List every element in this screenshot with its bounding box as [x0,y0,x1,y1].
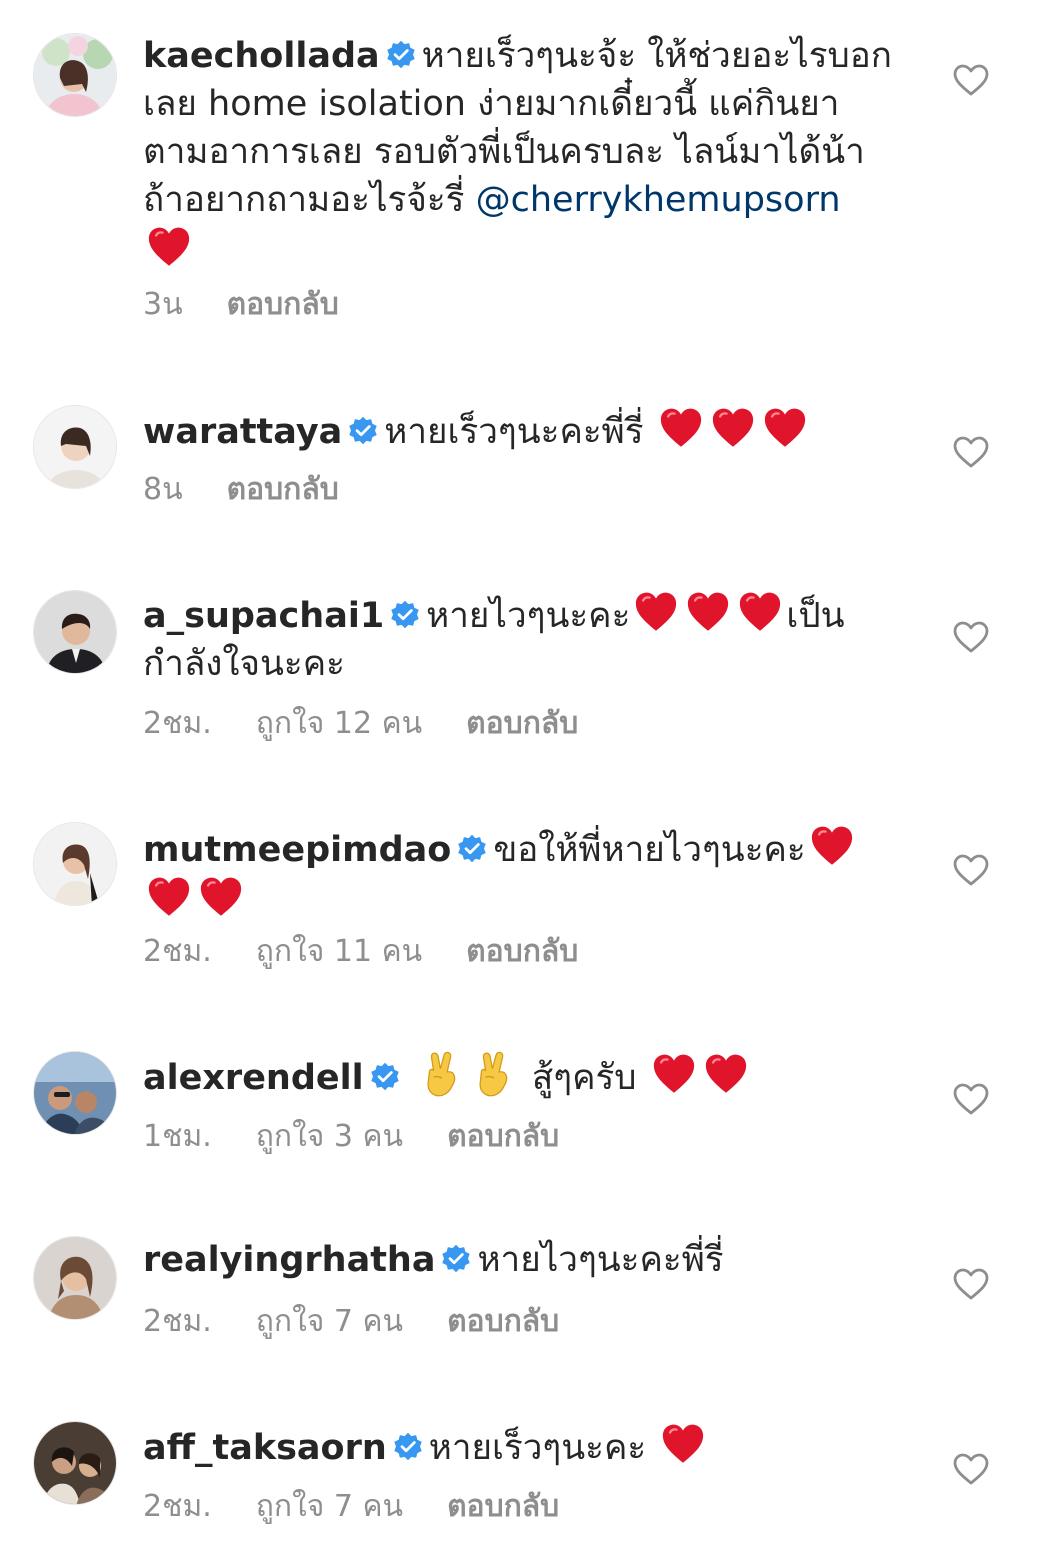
comment-time: 3น [143,287,183,322]
comment-body: warattaya หายเร็วๆนะคะพี่รี่ [143,405,903,456]
red-heart-emoji-icon [633,589,679,635]
comment-text: หายเร็วๆนะคะ [428,1428,647,1468]
comment-text: หายไวๆนะคะพี่รี่ [477,1240,724,1280]
reply-button[interactable]: ตอบกลับ [447,1489,559,1525]
avatar[interactable] [33,1236,117,1320]
like-heart-icon[interactable] [952,1267,990,1301]
comment-meta: 3น ตอบกลับ [143,287,339,323]
reply-button[interactable]: ตอบกลับ [466,934,578,970]
username[interactable]: aff_taksaorn [143,1428,387,1468]
verified-badge-icon [390,600,420,630]
reply-button[interactable]: ตอบกลับ [447,1304,559,1340]
comment-body: a_supachai1 หายไวๆนะคะ เป็นกำลังใจนะคะ [143,589,903,688]
comment-body: aff_taksaorn หายเร็วๆนะคะ [143,1421,903,1472]
red-heart-emoji-icon [710,405,756,451]
avatar[interactable] [33,1421,117,1505]
red-heart-emoji-icon [660,1421,706,1467]
reply-button[interactable]: ตอบกลับ [227,287,339,323]
like-heart-icon[interactable] [952,853,990,887]
comment-meta: 2ชม. ถูกใจ 11 คน ตอบกลับ [143,934,578,970]
avatar[interactable] [33,1051,117,1135]
username[interactable]: a_supachai1 [143,596,384,636]
comment-body: kaechollada หายเร็วๆนะจ้ะ ให้ช่วยอะไรบอกเ… [143,32,903,275]
verified-badge-icon [370,1062,400,1092]
like-heart-icon[interactable] [952,63,990,97]
avatar[interactable] [33,822,117,906]
comment-time: 2ชม. [143,1489,212,1524]
reply-button[interactable]: ตอบกลับ [227,472,339,508]
comment-body: alexrendell สู้ๆครับ [143,1051,903,1102]
red-heart-emoji-icon [658,405,704,451]
username[interactable]: kaechollada [143,36,380,76]
comment-text: หายเร็วๆนะคะพี่รี่ [384,412,644,452]
comment-time: 2ชม. [143,706,212,741]
red-heart-emoji-icon [146,874,192,920]
like-heart-icon[interactable] [952,435,990,469]
avatar[interactable] [33,33,117,117]
comment-text: ขอให้พี่หายไวๆนะคะ [493,830,806,870]
like-count[interactable]: ถูกใจ 7 คน [256,1304,403,1340]
victory-hand-emoji-icon [421,1051,465,1097]
comment-text: หายไวๆนะคะ [426,596,631,636]
red-heart-emoji-icon [737,589,783,635]
comment-body: realyingrhatha หายไวๆนะคะพี่รี่ [143,1236,903,1284]
verified-badge-icon [348,416,378,446]
verified-badge-icon [393,1432,423,1462]
verified-badge-icon [457,834,487,864]
avatar[interactable] [33,590,117,674]
like-heart-icon[interactable] [952,620,990,654]
username[interactable]: alexrendell [143,1058,364,1098]
red-heart-emoji-icon [146,224,192,270]
comment-meta: 2ชม. ถูกใจ 7 คน ตอบกลับ [143,1489,559,1525]
mention-link[interactable]: @cherrykhemupsorn [476,180,841,220]
like-count[interactable]: ถูกใจ 3 คน [256,1119,403,1155]
like-count[interactable]: ถูกใจ 12 คน [256,706,422,742]
red-heart-emoji-icon [651,1051,697,1097]
verified-badge-icon [386,40,416,70]
comment-body: mutmeepimdao ขอให้พี่หายไวๆนะคะ [143,823,903,925]
like-count[interactable]: ถูกใจ 11 คน [256,934,422,970]
reply-button[interactable]: ตอบกลับ [447,1119,559,1155]
avatar[interactable] [33,405,117,489]
comment-time: 8น [143,472,183,507]
comment-time: 2ชม. [143,934,212,969]
red-heart-emoji-icon [198,874,244,920]
red-heart-emoji-icon [809,823,855,869]
red-heart-emoji-icon [703,1051,749,1097]
red-heart-emoji-icon [685,589,731,635]
verified-badge-icon [441,1244,471,1274]
red-heart-emoji-icon [762,405,808,451]
like-heart-icon[interactable] [952,1452,990,1486]
comment-text: สู้ๆครับ [531,1058,637,1098]
like-heart-icon[interactable] [952,1082,990,1116]
comment-time: 2ชม. [143,1304,212,1339]
victory-hand-emoji-icon [473,1051,517,1097]
comment-meta: 1ชม. ถูกใจ 3 คน ตอบกลับ [143,1119,559,1155]
like-count[interactable]: ถูกใจ 7 คน [256,1489,403,1525]
username[interactable]: realyingrhatha [143,1240,435,1280]
reply-button[interactable]: ตอบกลับ [466,706,578,742]
username[interactable]: warattaya [143,412,342,452]
username[interactable]: mutmeepimdao [143,830,451,870]
comment-meta: 2ชม. ถูกใจ 12 คน ตอบกลับ [143,706,578,742]
comment-time: 1ชม. [143,1119,212,1154]
comment-meta: 2ชม. ถูกใจ 7 คน ตอบกลับ [143,1304,559,1340]
comment-meta: 8น ตอบกลับ [143,472,339,508]
